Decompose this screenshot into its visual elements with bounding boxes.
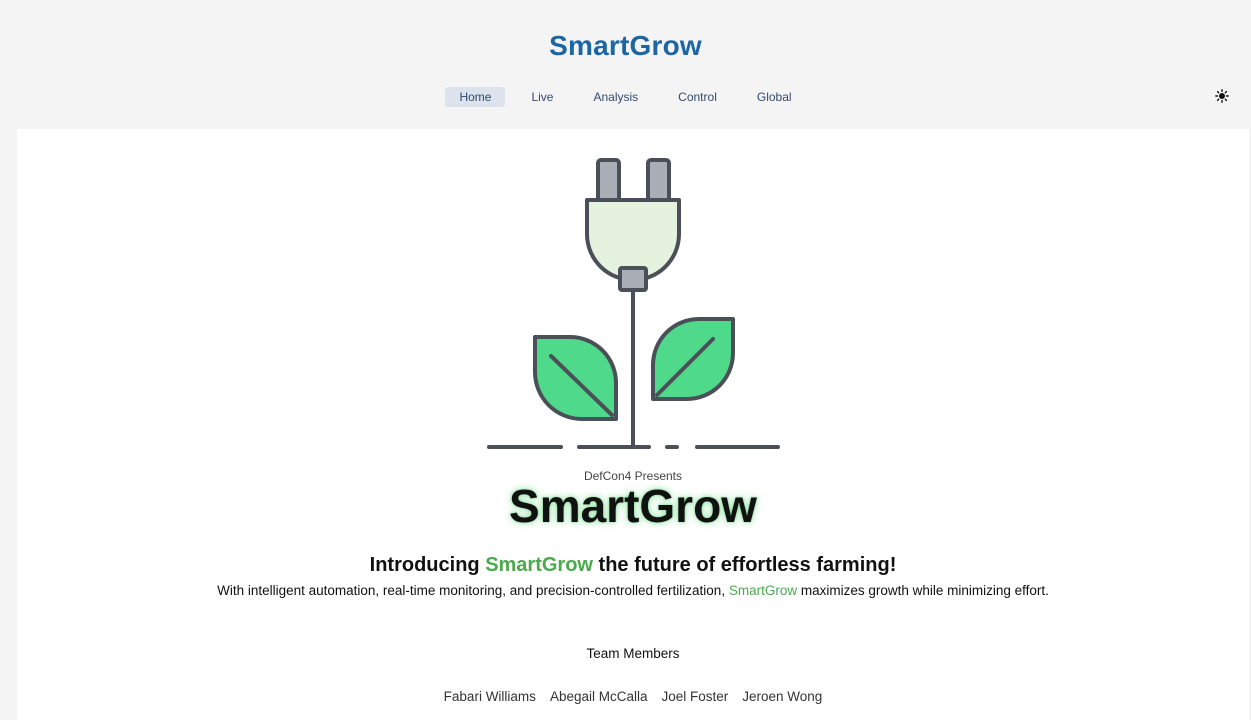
plug-plant-icon [487, 158, 780, 449]
headline-after: the future of effortless farming! [593, 554, 897, 576]
sun-icon [1215, 89, 1229, 103]
nav-live[interactable]: Live [517, 87, 567, 107]
team-member: Abegail McCalla [549, 689, 648, 704]
main-nav: Home Live Analysis Control Global [0, 87, 1251, 107]
site-header: SmartGrow Home Live Analysis Control Glo… [0, 0, 1251, 129]
theme-toggle-button[interactable] [1212, 87, 1232, 105]
team-members-list: Fabari Williams Abegail McCalla Joel Fos… [17, 689, 1249, 704]
headline-brand: SmartGrow [485, 554, 593, 576]
description-before: With intelligent automation, real-time m… [217, 583, 729, 598]
hero-description: With intelligent automation, real-time m… [17, 583, 1249, 598]
nav-control[interactable]: Control [664, 87, 731, 107]
team-member: Jeroen Wong [742, 689, 823, 704]
hero-title: SmartGrow [509, 480, 757, 532]
team-heading: Team Members [586, 646, 680, 661]
nav-analysis[interactable]: Analysis [579, 87, 652, 107]
team-member: Joel Foster [661, 689, 729, 704]
description-brand: SmartGrow [728, 583, 798, 598]
hero-headline: Introducing SmartGrow the future of effo… [17, 554, 1249, 577]
description-after: maximizes growth while minimizing effort… [797, 583, 1049, 598]
nav-home[interactable]: Home [445, 87, 506, 107]
main-content: DefCon4 Presents SmartGrow Introducing S… [17, 129, 1249, 720]
brand-title[interactable]: SmartGrow [0, 30, 1251, 62]
team-member: Fabari Williams [443, 689, 536, 704]
nav-global[interactable]: Global [743, 87, 806, 107]
headline-before: Introducing [369, 554, 486, 576]
